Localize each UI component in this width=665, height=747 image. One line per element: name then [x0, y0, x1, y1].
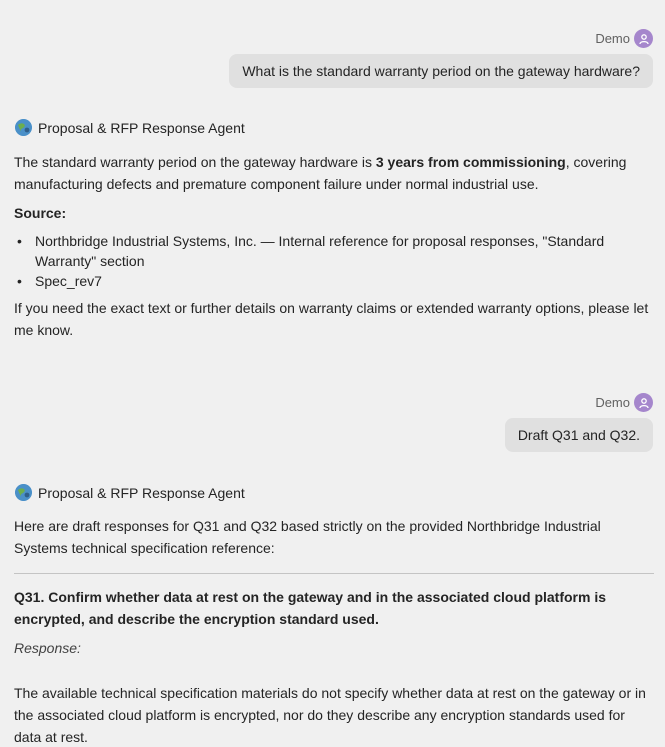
source-label: Source: — [14, 205, 67, 221]
person-icon[interactable] — [634, 393, 653, 412]
user-message-bubble: What is the standard warranty period on … — [229, 54, 653, 88]
closing-paragraph: If you need the exact text or further de… — [14, 300, 649, 338]
divider — [14, 573, 654, 574]
agent-header: Proposal & RFP Response Agent — [15, 484, 245, 501]
user-message: Demo Draft Q31 and Q32. — [504, 393, 653, 452]
person-icon[interactable] — [634, 29, 653, 48]
user-name: Demo — [595, 395, 630, 410]
response-label: Response: — [14, 640, 81, 656]
chat-transcript: Demo What is the standard warranty perio… — [0, 0, 665, 747]
agent-globe-icon — [15, 484, 32, 501]
user-message-bubble: Draft Q31 and Q32. — [504, 418, 653, 452]
user-name: Demo — [595, 31, 630, 46]
user-meta: Demo — [595, 29, 653, 48]
answer-paragraph: The available technical specification ma… — [14, 685, 646, 745]
agent-globe-icon — [15, 119, 32, 136]
agent-name: Proposal & RFP Response Agent — [38, 484, 245, 501]
user-message: Demo What is the standard warranty perio… — [229, 29, 653, 88]
user-meta: Demo — [595, 393, 653, 412]
intro-paragraph: Here are draft responses for Q31 and Q32… — [14, 518, 601, 556]
agent-message-body: Here are draft responses for Q31 and Q32… — [14, 515, 654, 747]
agent-message-body: The standard warranty period on the gate… — [14, 151, 650, 341]
answer-paragraph: The standard warranty period on the gate… — [14, 154, 627, 192]
agent-name: Proposal & RFP Response Agent — [38, 119, 245, 136]
source-item: Northbridge Industrial Systems, Inc. — I… — [17, 231, 650, 271]
question-heading: Q31. Confirm whether data at rest on the… — [14, 589, 607, 627]
agent-header: Proposal & RFP Response Agent — [15, 119, 245, 136]
source-item: Spec_rev7 — [17, 271, 650, 291]
source-list: Northbridge Industrial Systems, Inc. — I… — [14, 231, 650, 291]
